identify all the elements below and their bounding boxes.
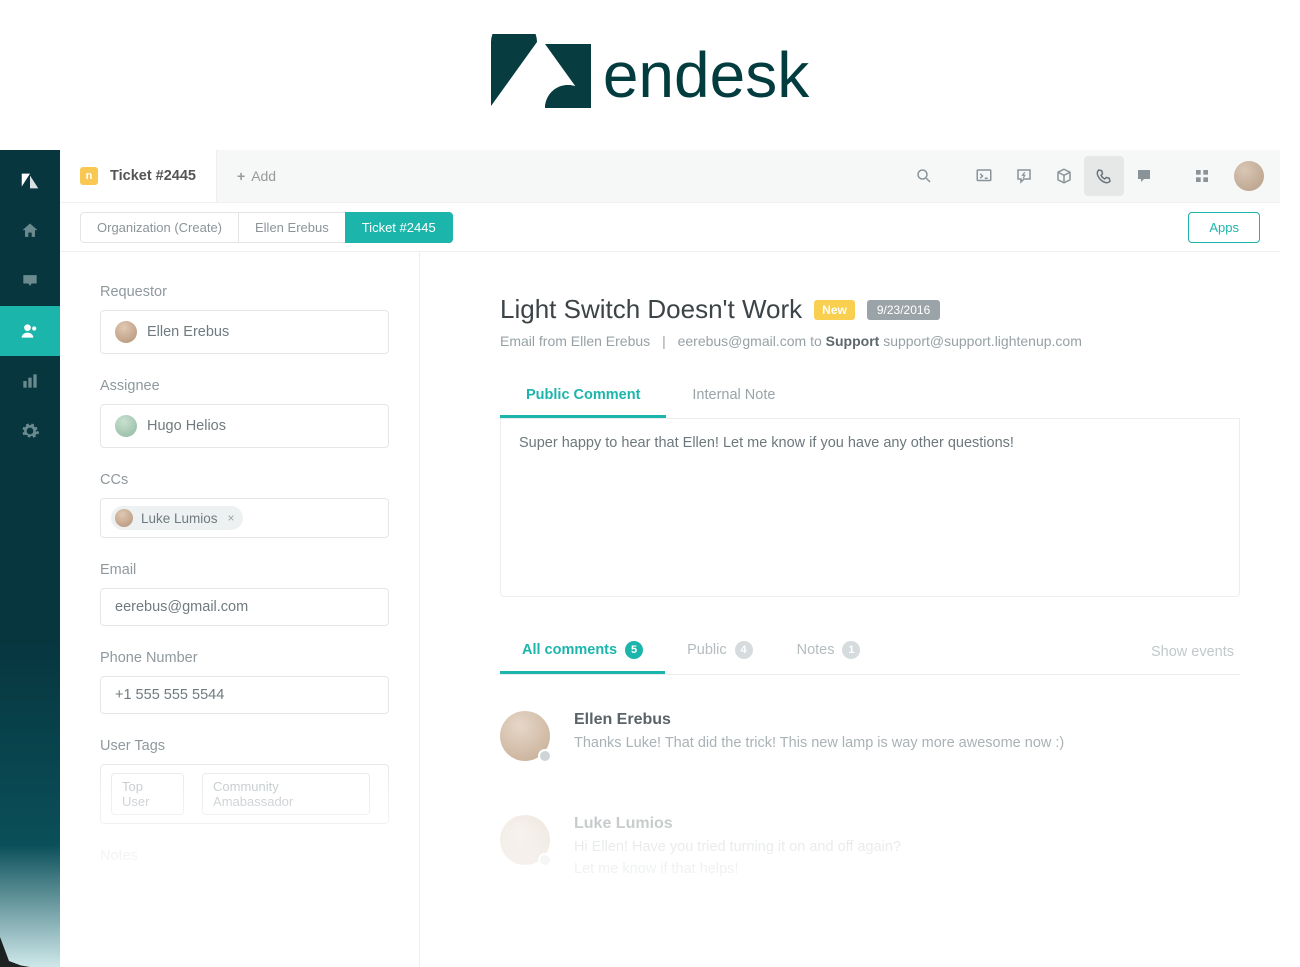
comment-body: Hi Ellen! Have you tried turning it on a… (574, 837, 901, 881)
presence-dot-icon (538, 853, 552, 867)
requestor-label: Requestor (100, 284, 389, 300)
ticket-title: Light Switch Doesn't Work (500, 294, 802, 325)
comment-body: Thanks Luke! That did the trick! This ne… (574, 733, 1064, 755)
comment-item: Luke Lumios Hi Ellen! Have you tried tur… (500, 815, 1240, 881)
tab-ticket[interactable]: n Ticket #2445 (60, 150, 217, 202)
comment-author: Ellen Erebus (574, 711, 1064, 729)
apps-grid-icon[interactable] (1182, 156, 1222, 196)
assignee-value: Hugo Helios (147, 418, 226, 434)
brand-banner: endesk (0, 0, 1300, 150)
tag-top-user[interactable]: Top User (111, 773, 184, 815)
nav-rail (0, 150, 60, 967)
package-icon[interactable] (1044, 156, 1084, 196)
nav-reports[interactable] (0, 356, 60, 406)
requestor-value: Ellen Erebus (147, 324, 229, 340)
phone-value: +1 555 555 5544 (115, 687, 224, 703)
ticket-sidebar: Requestor Ellen Erebus Assignee Hugo Hel… (60, 252, 420, 967)
add-label: Add (251, 168, 276, 184)
crumb-ticket[interactable]: Ticket #2445 (345, 212, 453, 243)
cc-chip[interactable]: Luke Lumios × (111, 506, 243, 530)
show-events-button[interactable]: Show events (1151, 644, 1240, 660)
console-icon[interactable] (964, 156, 1004, 196)
email-label: Email (100, 562, 389, 578)
crumb-organization[interactable]: Organization (Create) (80, 212, 239, 243)
email-field[interactable]: eerebus@gmail.com (100, 588, 389, 626)
date-badge: 9/23/2016 (867, 300, 940, 320)
avatar (500, 815, 550, 865)
comment-author: Luke Lumios (574, 815, 901, 833)
breadcrumb-bar: Organization (Create) Ellen Erebus Ticke… (60, 202, 1280, 252)
count-badge: 1 (842, 641, 860, 659)
filter-notes[interactable]: Notes 1 (775, 629, 883, 674)
brand-icon[interactable] (0, 156, 60, 206)
count-badge: 4 (735, 641, 753, 659)
bolt-chat-icon[interactable] (1004, 156, 1044, 196)
ticket-label: Ticket #2445 (110, 168, 196, 184)
filter-public[interactable]: Public 4 (665, 629, 775, 674)
comment-value: Super happy to hear that Ellen! Let me k… (519, 435, 1014, 451)
ticket-badge: n (80, 167, 98, 185)
crumb-user[interactable]: Ellen Erebus (238, 212, 346, 243)
topbar: n Ticket #2445 + Add (60, 150, 1280, 202)
ticket-content: Light Switch Doesn't Work New 9/23/2016 … (420, 252, 1280, 967)
add-tab-button[interactable]: + Add (217, 150, 296, 202)
plus-icon: + (237, 168, 245, 184)
avatar-icon (115, 415, 137, 437)
nav-settings[interactable] (0, 406, 60, 456)
comment-item: Ellen Erebus Thanks Luke! That did the t… (500, 711, 1240, 761)
comment-tabs: Public Comment Internal Note (500, 375, 1240, 419)
comment-textarea[interactable]: Super happy to hear that Ellen! Let me k… (500, 419, 1240, 597)
ticket-meta: Email from Ellen Erebus | eerebus@gmail.… (500, 333, 1240, 349)
phone-label: Phone Number (100, 650, 389, 666)
assignee-label: Assignee (100, 378, 389, 394)
brand-mark-icon (491, 34, 591, 116)
search-icon[interactable] (904, 156, 944, 196)
app-shell: n Ticket #2445 + Add (0, 150, 1280, 967)
avatar (500, 711, 550, 761)
brand-wordmark: endesk (603, 38, 809, 112)
nav-home[interactable] (0, 206, 60, 256)
avatar-icon (115, 509, 133, 527)
assignee-field[interactable]: Hugo Helios (100, 404, 389, 448)
user-tags-label: User Tags (100, 738, 389, 754)
user-tags-field[interactable]: Top User Community Amabassador (100, 764, 389, 824)
tab-public-comment[interactable]: Public Comment (500, 375, 666, 418)
avatar[interactable] (1234, 161, 1264, 191)
filter-all-comments[interactable]: All comments 5 (500, 629, 665, 674)
notes-label: Notes (100, 848, 389, 864)
email-value: eerebus@gmail.com (115, 599, 248, 615)
presence-dot-icon (538, 749, 552, 763)
ccs-label: CCs (100, 472, 389, 488)
avatar-icon (115, 321, 137, 343)
requestor-field[interactable]: Ellen Erebus (100, 310, 389, 354)
phone-field[interactable]: +1 555 555 5544 (100, 676, 389, 714)
phone-icon[interactable] (1084, 156, 1124, 196)
filter-tabs: All comments 5 Public 4 Notes 1 Show eve… (500, 629, 1240, 675)
nav-inbox[interactable] (0, 256, 60, 306)
count-badge: 5 (625, 641, 643, 659)
ccs-field[interactable]: Luke Lumios × (100, 498, 389, 538)
cc-chip-label: Luke Lumios (141, 511, 218, 526)
nav-customers[interactable] (0, 306, 60, 356)
topbar-actions (904, 150, 1280, 202)
chat-icon[interactable] (1124, 156, 1164, 196)
close-icon[interactable]: × (228, 511, 235, 525)
comment-thread: Ellen Erebus Thanks Luke! That did the t… (500, 711, 1240, 881)
apps-button[interactable]: Apps (1188, 212, 1260, 243)
tab-internal-note[interactable]: Internal Note (666, 375, 801, 418)
status-badge: New (814, 300, 855, 320)
tag-community-ambassador[interactable]: Community Amabassador (202, 773, 370, 815)
